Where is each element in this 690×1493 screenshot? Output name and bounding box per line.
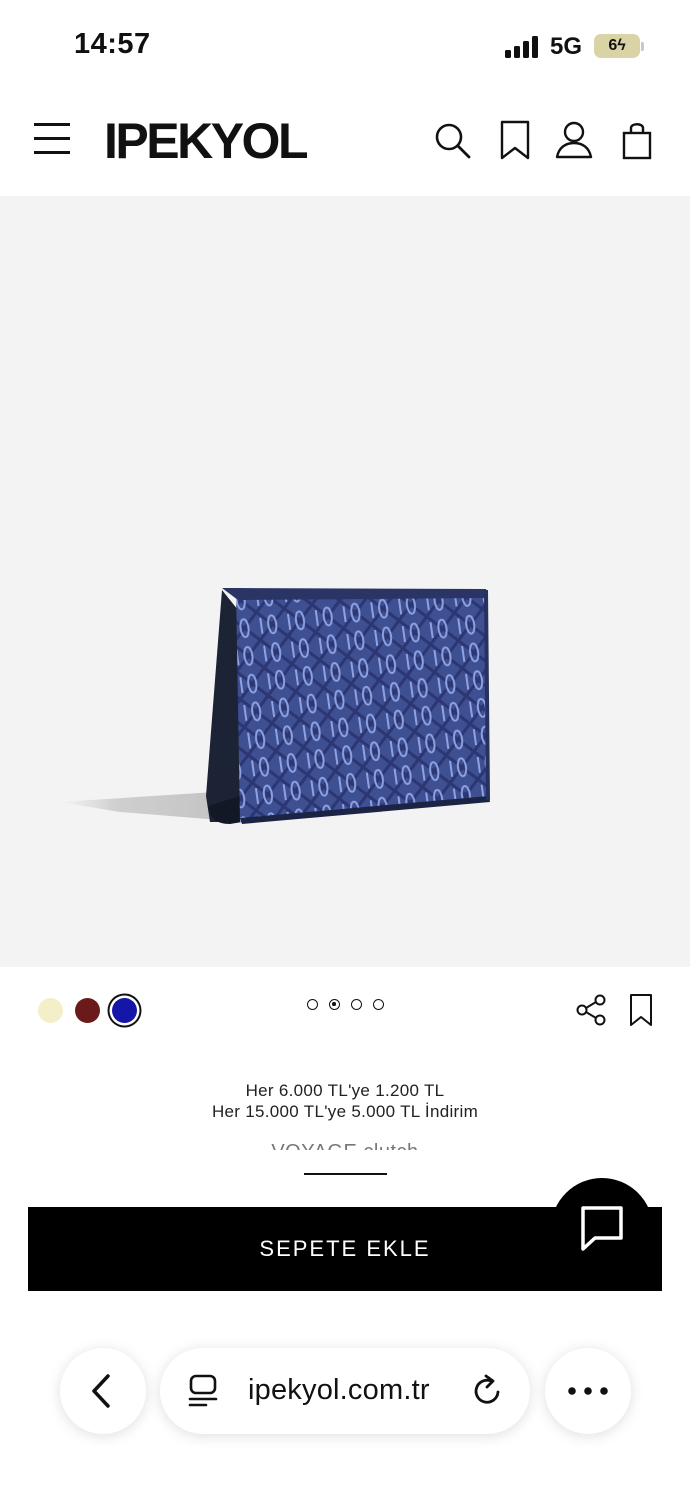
color-swatch-cream[interactable] xyxy=(38,998,63,1023)
chat-button[interactable] xyxy=(551,1178,653,1280)
menu-icon[interactable] xyxy=(34,119,72,159)
shopping-bag-icon[interactable] xyxy=(617,120,657,160)
signal-icon xyxy=(505,36,539,58)
promo-line-1: Her 6.000 TL'ye 1.200 TL xyxy=(245,1081,445,1100)
color-swatch-burgundy[interactable] xyxy=(75,998,100,1023)
url-text: ipekyol.com.tr xyxy=(248,1374,430,1406)
share-icon[interactable] xyxy=(575,994,607,1026)
search-icon[interactable] xyxy=(432,120,472,160)
section-underline xyxy=(304,1173,387,1175)
product-name-clip: VOYAGE clutch xyxy=(0,1136,690,1150)
back-icon xyxy=(92,1374,110,1408)
reload-icon[interactable] xyxy=(472,1374,504,1408)
save-product-icon[interactable] xyxy=(627,993,655,1027)
more-button[interactable] xyxy=(545,1348,631,1434)
gallery-dot[interactable] xyxy=(351,999,362,1010)
gallery-dot[interactable] xyxy=(307,999,318,1010)
network-label: 5G xyxy=(550,33,583,60)
product-image[interactable] xyxy=(0,196,690,967)
more-icon xyxy=(568,1387,608,1395)
battery-nub xyxy=(641,42,644,51)
battery-level: 6ϟ xyxy=(608,37,626,54)
back-button[interactable] xyxy=(60,1348,146,1434)
battery-icon: 6ϟ xyxy=(594,34,640,58)
status-bar: 14:57 5G 6ϟ xyxy=(0,0,690,92)
address-bar[interactable]: ipekyol.com.tr xyxy=(160,1348,530,1434)
brand-logo[interactable]: IPEKYOL xyxy=(104,112,308,170)
product-name: VOYAGE clutch xyxy=(0,1141,690,1150)
gallery-pagination xyxy=(307,999,384,1010)
site-header: IPEKYOL xyxy=(0,92,690,196)
clutch-bag-image xyxy=(60,588,490,824)
status-time: 14:57 xyxy=(74,28,151,60)
tabs-icon xyxy=(188,1374,218,1407)
chat-bubble-icon xyxy=(581,1206,623,1251)
gallery-dot-active[interactable] xyxy=(329,999,340,1010)
promo-line-2: Her 15.000 TL'ye 5.000 TL İndirim xyxy=(211,1102,479,1121)
bookmark-icon[interactable] xyxy=(495,120,535,160)
color-swatch-navy[interactable] xyxy=(112,998,137,1023)
gallery-dot[interactable] xyxy=(373,999,384,1010)
user-icon[interactable] xyxy=(554,120,594,160)
